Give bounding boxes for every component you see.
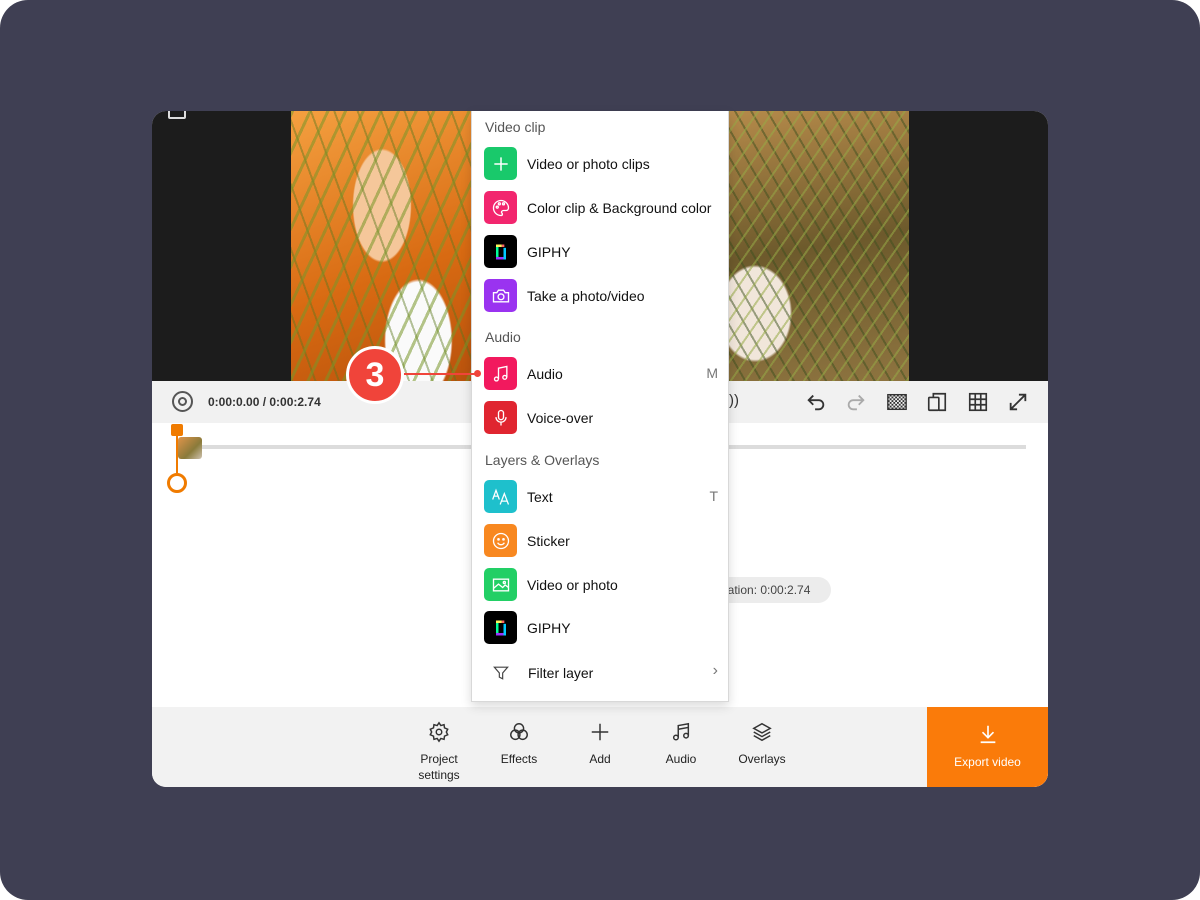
menu-item-voice-over[interactable]: Voice-over [484, 401, 718, 435]
bottom-toolbar: Project settings Effects Add Audio Overl… [152, 707, 1048, 787]
presentation-frame: 0:00:0.00 / 0:00:2.74 ))) uration: 0:00:… [0, 0, 1200, 900]
add-label: Add [589, 752, 611, 766]
giphy-icon [484, 611, 517, 644]
overlays-label: Overlays [738, 752, 786, 766]
menu-item-label: Voice-over [527, 410, 594, 426]
grid-icon[interactable] [965, 389, 991, 415]
giphy-icon [484, 235, 517, 268]
menu-section-layers-overlays: Layers & Overlays [485, 452, 600, 468]
audio-button[interactable]: Audio [646, 721, 716, 767]
menu-item-video-or-photo-clips[interactable]: Video or photo clips [484, 147, 718, 181]
effects-icon [510, 723, 528, 741]
add-menu: Video clip Video or photo clips Color cl… [471, 111, 729, 702]
music-note-icon [484, 357, 517, 390]
undo-icon[interactable] [803, 389, 829, 415]
chevron-right-icon: › [712, 662, 718, 679]
shortcut-key: M [706, 365, 718, 381]
export-video-label: Export video [954, 755, 1021, 769]
plus-icon [484, 147, 517, 180]
menu-item-video-or-photo[interactable]: Video or photo [484, 568, 718, 602]
plus-icon [591, 723, 609, 741]
redo-icon[interactable] [843, 389, 869, 415]
menu-item-label: Text [527, 489, 553, 505]
callout-dot [474, 370, 481, 377]
video-frame-left [291, 111, 473, 381]
clip-thumbnail[interactable] [178, 437, 202, 459]
menu-item-color-clip[interactable]: Color clip & Background color [484, 191, 718, 225]
callout-connector [404, 373, 477, 375]
smiley-icon [484, 524, 517, 557]
aspect-ratio-icon[interactable] [924, 389, 950, 415]
menu-item-filter-layer[interactable]: Filter layer › [484, 656, 718, 690]
project-settings-label: Project settings [418, 752, 460, 782]
menu-item-label: Audio [527, 366, 563, 382]
menu-item-label: Video or photo [527, 577, 618, 593]
menu-section-video-clip: Video clip [485, 119, 546, 135]
menu-item-giphy[interactable]: GIPHY [484, 235, 718, 269]
funnel-icon [484, 656, 517, 689]
menu-item-label: GIPHY [527, 244, 571, 260]
layers-icon [752, 722, 772, 742]
playhead-knob[interactable] [167, 473, 187, 493]
project-settings-button[interactable]: Project settings [404, 721, 474, 783]
overlays-button[interactable]: Overlays [727, 721, 797, 767]
effects-button[interactable]: Effects [484, 721, 554, 767]
menu-item-sticker[interactable]: Sticker [484, 524, 718, 558]
transparency-grid-icon[interactable] [884, 389, 910, 415]
playback-settings-icon[interactable] [172, 391, 193, 412]
effects-label: Effects [500, 752, 538, 766]
video-frame-right [728, 111, 909, 381]
microphone-icon [484, 401, 517, 434]
gear-icon [429, 721, 449, 743]
menu-section-audio: Audio [485, 329, 521, 345]
crop-frame-icon[interactable] [168, 111, 186, 119]
menu-item-label: Video or photo clips [527, 156, 650, 172]
add-button[interactable]: Add [565, 721, 635, 767]
step-callout-badge: 3 [346, 346, 404, 404]
export-video-button[interactable]: Export video [927, 707, 1048, 787]
menu-item-label: Sticker [527, 533, 570, 549]
menu-item-label: Filter layer [528, 665, 594, 681]
text-icon [484, 480, 517, 513]
camera-icon [484, 279, 517, 312]
timecode: 0:00:0.00 / 0:00:2.74 [208, 395, 321, 409]
palette-icon [484, 191, 517, 224]
menu-item-label: Take a photo/video [527, 288, 645, 304]
music-note-icon [672, 722, 690, 741]
menu-item-text[interactable]: Text T [484, 480, 718, 514]
menu-item-audio[interactable]: Audio M [484, 357, 718, 391]
menu-item-giphy-overlay[interactable]: GIPHY [484, 611, 718, 645]
menu-item-label: Color clip & Background color [527, 200, 712, 216]
playhead-line [176, 435, 178, 473]
image-icon [484, 568, 517, 601]
audio-label: Audio [665, 752, 697, 766]
download-icon [980, 725, 995, 744]
menu-item-label: GIPHY [527, 620, 571, 636]
menu-item-take-photo-video[interactable]: Take a photo/video [484, 279, 718, 313]
fullscreen-icon[interactable] [1005, 389, 1031, 415]
shortcut-key: T [709, 488, 718, 504]
